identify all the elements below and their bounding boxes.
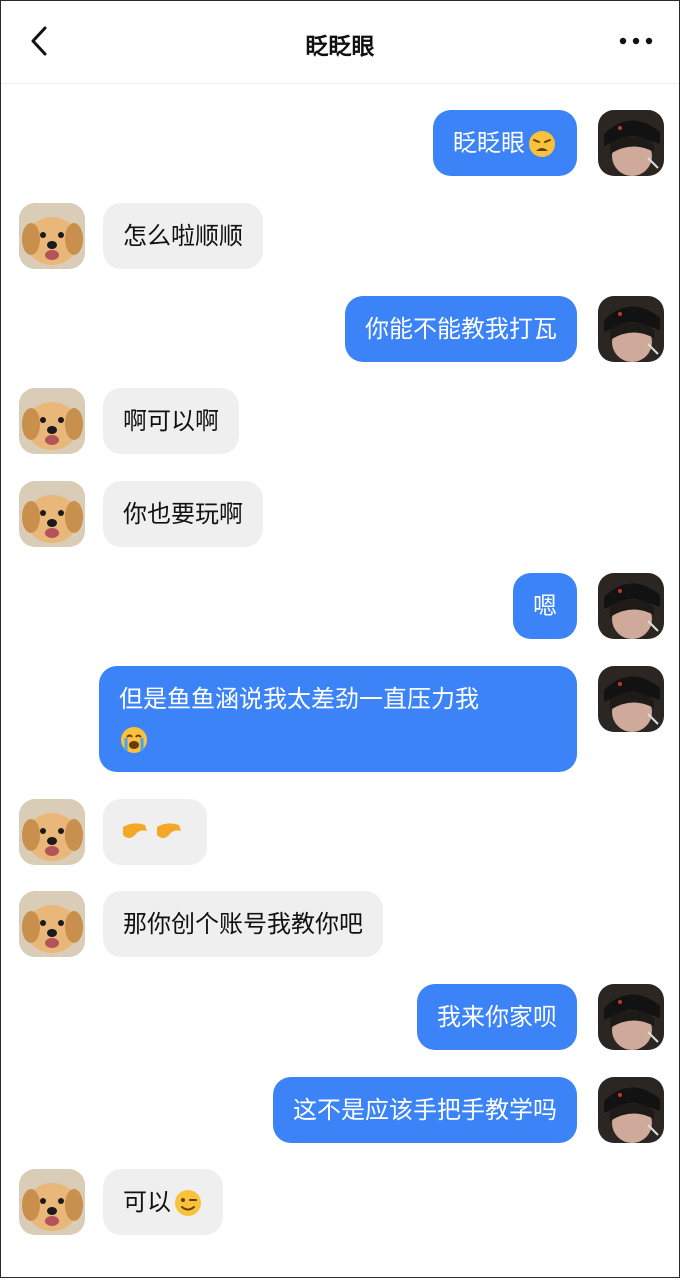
incoming-bubble[interactable]: [103, 799, 207, 865]
more-dots-icon: [619, 37, 653, 45]
incoming-bubble[interactable]: 那你创个账号我教你吧: [103, 891, 383, 957]
user-avatar-image: [598, 296, 664, 362]
user-avatar-image: [598, 573, 664, 639]
user-avatar-image: [598, 666, 664, 732]
pointing-hands-emoji-icon: [123, 823, 181, 838]
my-avatar[interactable]: [598, 984, 664, 1050]
message-text: 你能不能教我打瓦: [365, 315, 557, 343]
outgoing-bubble[interactable]: 这不是应该手把手教学吗: [273, 1077, 577, 1143]
winking-face-emoji-icon: [175, 1190, 201, 1216]
message-text: 这不是应该手把手教学吗: [293, 1096, 557, 1124]
outgoing-bubble[interactable]: 你能不能教我打瓦: [345, 296, 577, 362]
loudly-crying-face-emoji-icon: [121, 727, 147, 753]
message-text: 眨眨眼: [453, 129, 525, 157]
message-text: 怎么啦顺顺: [123, 222, 243, 250]
message-text: 你也要玩啊: [123, 500, 243, 528]
dog-avatar-image: [19, 799, 85, 865]
more-options-button[interactable]: [615, 27, 657, 55]
user-avatar-image: [598, 1077, 664, 1143]
outgoing-bubble[interactable]: 嗯: [513, 573, 577, 639]
contact-avatar[interactable]: [19, 799, 85, 865]
outgoing-bubble[interactable]: 我来你家呗: [417, 984, 577, 1050]
outgoing-bubble[interactable]: 但是鱼鱼涵说我太差劲一直压力我: [99, 666, 577, 772]
contact-avatar[interactable]: [19, 1169, 85, 1235]
contact-avatar[interactable]: [19, 481, 85, 547]
outgoing-bubble[interactable]: 眨眨眼: [433, 110, 577, 176]
navigation-bar: 眨眨眼: [1, 1, 679, 84]
incoming-bubble[interactable]: 啊可以啊: [103, 388, 239, 454]
contact-avatar[interactable]: [19, 203, 85, 269]
contact-avatar[interactable]: [19, 388, 85, 454]
dog-avatar-image: [19, 1169, 85, 1235]
my-avatar[interactable]: [598, 1077, 664, 1143]
user-avatar-image: [598, 110, 664, 176]
my-avatar[interactable]: [598, 573, 664, 639]
dog-avatar-image: [19, 481, 85, 547]
incoming-bubble[interactable]: 可以: [103, 1169, 223, 1235]
dog-avatar-image: [19, 388, 85, 454]
my-avatar[interactable]: [598, 296, 664, 362]
incoming-bubble[interactable]: 你也要玩啊: [103, 481, 263, 547]
message-text: 那你创个账号我教你吧: [123, 910, 363, 938]
page-title: 眨眨眼: [305, 34, 375, 60]
weary-face-emoji-icon: [529, 131, 555, 157]
message-list: 眨眨眼 怎么啦顺顺 你能不能教我打瓦 啊可以啊 你也要玩啊 嗯 但是鱼鱼涵说我太…: [1, 83, 679, 1273]
my-avatar[interactable]: [598, 666, 664, 732]
message-text: 我来你家呗: [437, 1003, 557, 1031]
message-text: 啊可以啊: [123, 407, 219, 435]
contact-avatar[interactable]: [19, 891, 85, 957]
user-avatar-image: [598, 984, 664, 1050]
my-avatar[interactable]: [598, 110, 664, 176]
chat-screen: 眨眨眼 眨眨眼 怎么啦顺顺 你能不能教我打瓦 啊可以啊 你也要玩啊 嗯 但是鱼鱼…: [0, 0, 680, 1278]
message-text: 可以: [123, 1188, 171, 1216]
dog-avatar-image: [19, 891, 85, 957]
message-text: 但是鱼鱼涵说我太差劲一直压力我: [119, 685, 479, 713]
message-text: 嗯: [533, 592, 557, 620]
incoming-bubble[interactable]: 怎么啦顺顺: [103, 203, 263, 269]
dog-avatar-image: [19, 203, 85, 269]
